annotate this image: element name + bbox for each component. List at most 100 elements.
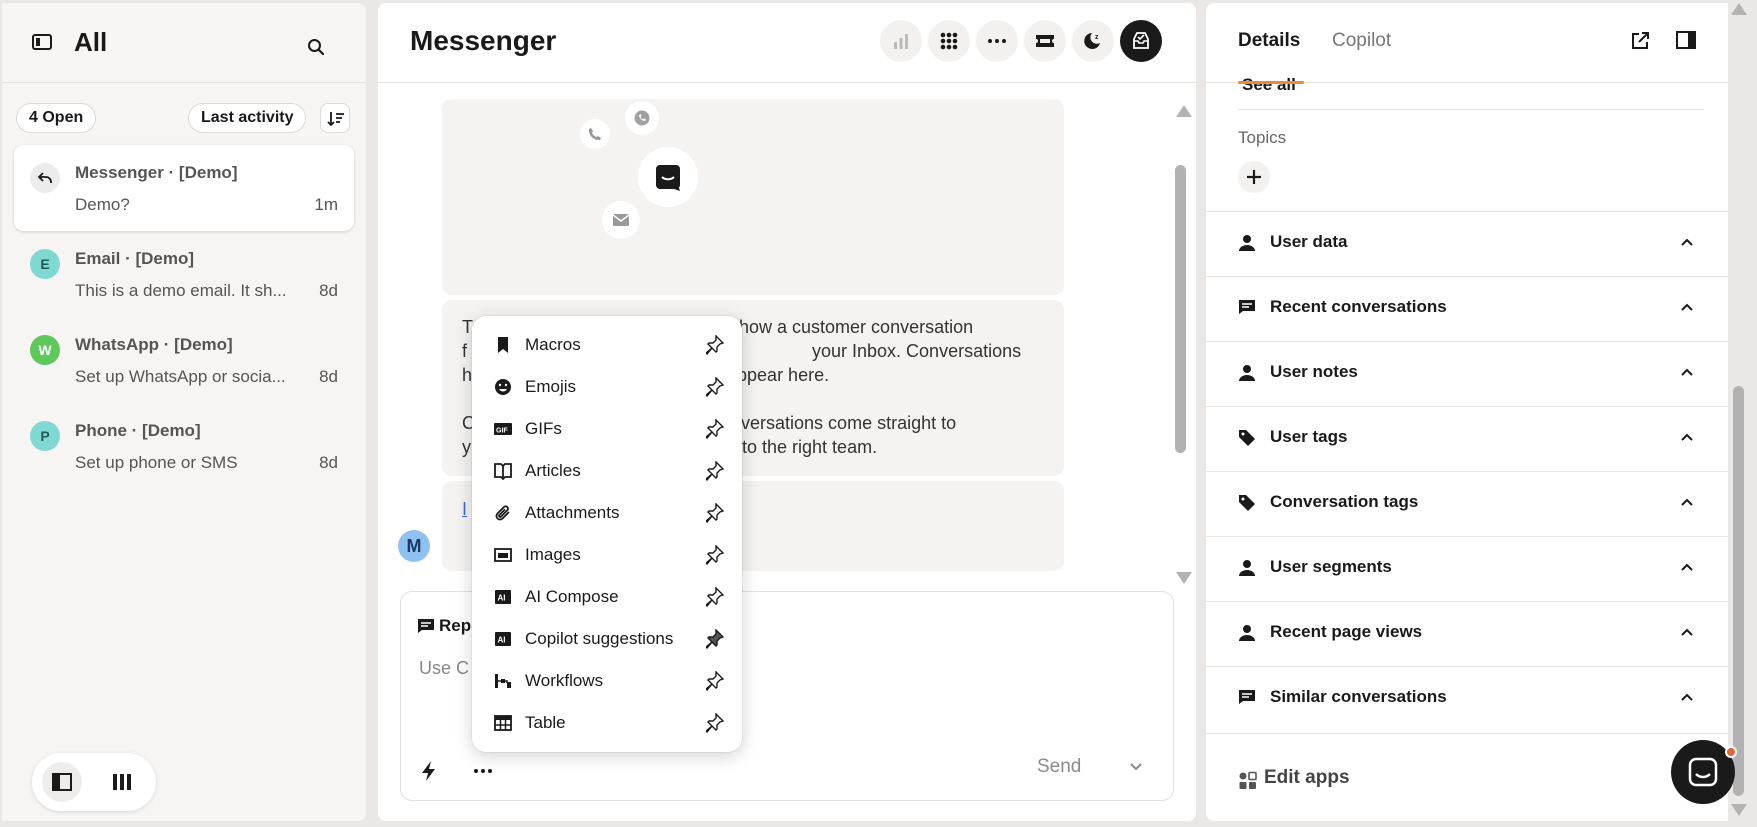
message-text: y — [462, 437, 471, 457]
scroll-down-arrow[interactable] — [1176, 572, 1192, 584]
reply-icon — [37, 172, 52, 183]
section-similar-conversations[interactable]: Similar conversations — [1206, 666, 1728, 731]
menu-item-ai-compose[interactable]: AI AI Compose — [472, 576, 742, 618]
tab-details[interactable]: Details — [1238, 30, 1300, 52]
menu-item-attachments[interactable]: Attachments — [472, 492, 742, 534]
apps-button[interactable] — [928, 20, 970, 62]
send-button[interactable]: Send — [1037, 756, 1081, 778]
bar-chart-icon — [894, 34, 908, 49]
layout-toggle — [32, 753, 156, 811]
search-button[interactable] — [298, 29, 334, 65]
columns-layout-button[interactable] — [102, 762, 142, 802]
menu-item-copilot-suggestions[interactable]: AI Copilot suggestions — [472, 618, 742, 660]
menu-item-table[interactable]: Table — [472, 702, 742, 744]
tab-copilot[interactable]: Copilot — [1332, 30, 1391, 52]
pin-icon[interactable] — [706, 419, 724, 439]
pin-icon[interactable] — [706, 503, 724, 523]
menu-item-macros[interactable]: Macros — [472, 324, 742, 366]
sidebar-toggle-icon[interactable] — [32, 34, 52, 50]
columns-layout-icon — [113, 774, 131, 790]
menu-item-gifs[interactable]: GIF GIFs — [472, 408, 742, 450]
emoji-icon — [495, 379, 511, 395]
chevron-up-icon — [1681, 563, 1693, 571]
conversation-item[interactable]: W WhatsApp · [Demo] Set up WhatsApp or s… — [14, 317, 354, 403]
pin-icon[interactable] — [706, 335, 724, 355]
close-conversation-button[interactable] — [1120, 20, 1162, 62]
avatar: W — [30, 335, 60, 365]
section-user-segments[interactable]: User segments — [1206, 536, 1728, 601]
apps-icon — [1239, 771, 1257, 789]
sort-descending-icon — [327, 112, 344, 127]
inbox-list-header: All — [2, 3, 366, 83]
menu-item-label: Workflows — [525, 671, 604, 690]
messenger-launcher-button[interactable] — [1671, 740, 1737, 804]
section-recent-conversations[interactable]: Recent conversations — [1206, 276, 1728, 341]
scroll-down-arrow[interactable] — [1731, 804, 1747, 816]
conversation-title: Email · [Demo] — [75, 249, 195, 268]
composer-input[interactable]: Use C — [419, 658, 469, 679]
conversation-item[interactable]: E Email · [Demo] This is a demo email. I… — [14, 231, 354, 317]
menu-item-articles[interactable]: Articles — [472, 450, 742, 492]
ticket-button[interactable] — [1024, 20, 1066, 62]
pin-icon[interactable] — [706, 461, 724, 481]
section-label: User tags — [1270, 427, 1348, 446]
menu-item-label: Attachments — [525, 503, 620, 522]
sort-order-button[interactable] — [320, 103, 350, 133]
pin-icon[interactable] — [706, 377, 724, 397]
inbox-list-panel: All 4 Open Last activity Messenger · [De… — [2, 3, 366, 821]
section-conversation-tags[interactable]: Conversation tags — [1206, 471, 1728, 536]
conversation-time: 8d — [319, 281, 338, 300]
scrollbar-thumb[interactable] — [1175, 165, 1186, 453]
section-user-tags[interactable]: User tags — [1206, 406, 1728, 471]
section-label: Recent page views — [1270, 622, 1423, 641]
scroll-up-arrow[interactable] — [1731, 3, 1747, 15]
message-text: conversations come straight to — [712, 413, 957, 433]
svg-text:z: z — [1095, 34, 1099, 41]
channels-illustration — [442, 99, 1064, 295]
pin-icon[interactable] — [706, 713, 724, 733]
open-external-icon[interactable] — [1630, 31, 1650, 51]
sort-by-button[interactable]: Last activity — [188, 103, 307, 133]
section-label: User notes — [1270, 362, 1358, 381]
scroll-up-arrow[interactable] — [1176, 105, 1192, 117]
menu-item-images[interactable]: Images — [472, 534, 742, 576]
stats-button[interactable] — [880, 20, 922, 62]
menu-item-emojis[interactable]: Emojis — [472, 366, 742, 408]
panel-toggle-icon[interactable] — [1676, 31, 1696, 49]
chevron-down-icon[interactable] — [1129, 762, 1143, 772]
lightning-icon[interactable] — [419, 760, 439, 782]
menu-item-label: Images — [525, 545, 581, 564]
list-layout-button[interactable] — [42, 762, 82, 802]
menu-item-label: AI Compose — [525, 587, 619, 606]
add-topic-button[interactable] — [1238, 161, 1270, 193]
pin-icon[interactable] — [706, 587, 724, 607]
chat-icon — [1239, 300, 1255, 314]
section-recent-page-views[interactable]: Recent page views — [1206, 601, 1728, 666]
message-link[interactable]: I — [462, 497, 467, 521]
conversation-item[interactable]: Messenger · [Demo] Demo? 1m — [14, 145, 354, 231]
person-icon — [1239, 625, 1255, 641]
grid-icon — [940, 32, 958, 50]
chat-icon — [1239, 690, 1255, 704]
snooze-button[interactable]: z — [1072, 20, 1114, 62]
section-user-data[interactable]: User data — [1206, 211, 1728, 276]
pin-filled-icon[interactable] — [706, 629, 724, 649]
more-options-button[interactable] — [976, 20, 1018, 62]
reply-mode-label[interactable]: Rep — [439, 616, 471, 636]
conversation-item[interactable]: P Phone · [Demo] Set up phone or SMS 8d — [14, 403, 354, 489]
svg-text:AI: AI — [498, 594, 506, 603]
scrollbar-thumb[interactable] — [1733, 386, 1744, 796]
gif-icon: GIF — [494, 423, 512, 435]
avatar: E — [30, 249, 60, 279]
menu-item-workflows[interactable]: Workflows — [472, 660, 742, 702]
book-icon — [494, 463, 512, 480]
open-filter-button[interactable]: 4 Open — [16, 103, 97, 133]
edit-apps-link[interactable]: Edit apps — [1264, 767, 1350, 789]
see-all-link[interactable]: See all — [1242, 75, 1296, 95]
pin-icon[interactable] — [706, 545, 724, 565]
more-horizontal-icon[interactable] — [473, 768, 493, 774]
pin-icon[interactable] — [706, 671, 724, 691]
chevron-up-icon — [1681, 498, 1693, 506]
conversation-title: Phone · [Demo] — [75, 421, 201, 440]
section-user-notes[interactable]: User notes — [1206, 341, 1728, 406]
